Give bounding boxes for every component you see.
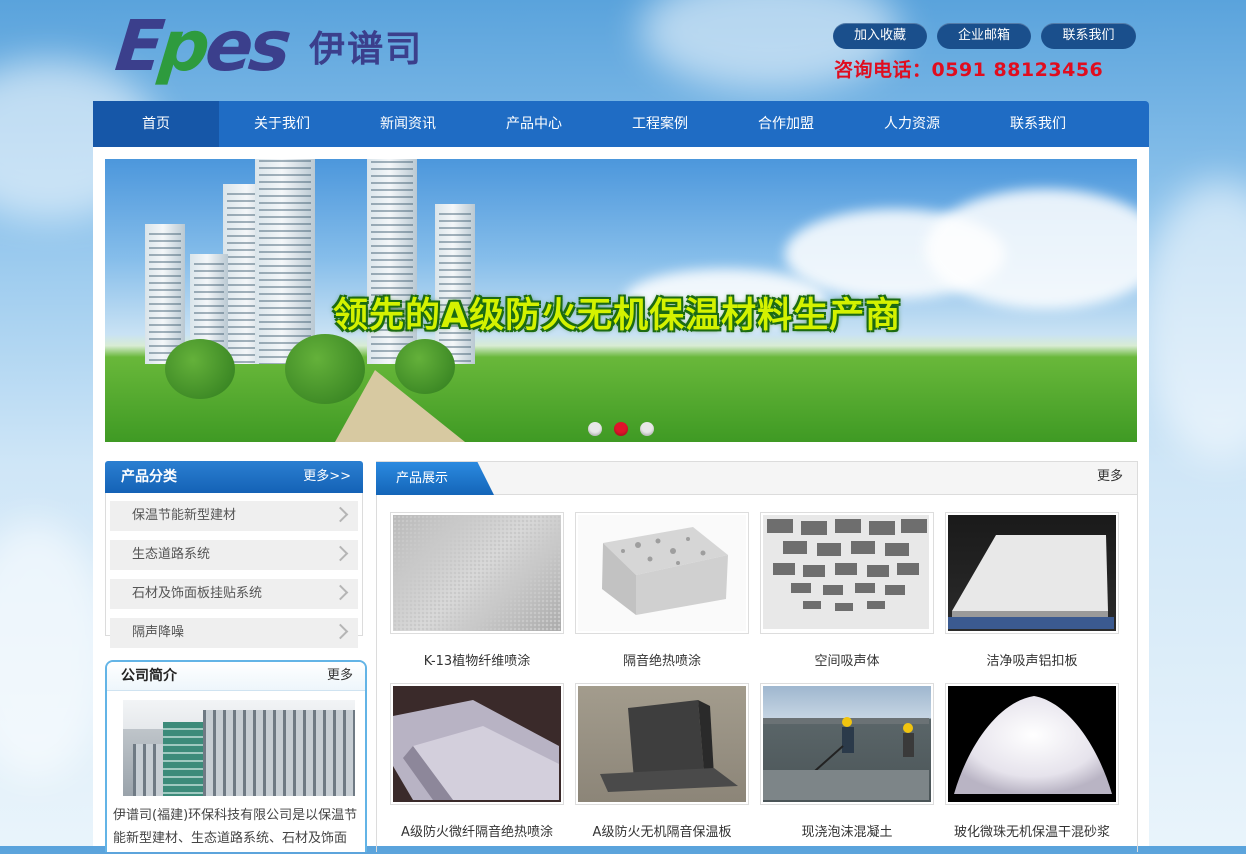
slide-dot-2[interactable] (614, 422, 628, 436)
hero-banner[interactable]: 领先的A级防火无机保温材料生产商 (105, 159, 1137, 442)
product-grid: K-13植物纤维喷涂 隔音绝热喷涂 空间吸声体 洁净吸声铝扣板 A级防火微纤隔音… (390, 512, 1119, 854)
top-buttons: 加入收藏 企业邮箱 联系我们 (833, 23, 1136, 49)
product-card[interactable]: A级防火无机隔音保温板 (575, 683, 749, 854)
company-intro-box: 公司简介 更多 伊谱司(福建)环保科技有限公司是以保温节能新型建材、生态道路系统… (105, 660, 367, 852)
nav-item-contact[interactable]: 联系我们 (975, 101, 1101, 147)
category-title: 产品分类 (121, 469, 177, 485)
slide-dot-1[interactable] (588, 422, 602, 436)
banner-path (335, 370, 465, 442)
logo-text-en: Epes (111, 5, 292, 87)
category-item-label: 石材及饰面板挂贴系统 (132, 586, 263, 601)
product-thumbnail (945, 683, 1119, 805)
category-item-label: 隔声降噪 (132, 625, 185, 640)
nav-item-news[interactable]: 新闻资讯 (345, 101, 471, 147)
intro-more-link[interactable]: 更多 (327, 662, 353, 690)
product-name: 空间吸声体 (814, 654, 880, 669)
product-name: 现浇泡沫混凝土 (801, 825, 893, 840)
category-item[interactable]: 保温节能新型建材 (110, 501, 358, 531)
nav-item-products[interactable]: 产品中心 (471, 101, 597, 147)
product-image (393, 515, 561, 631)
product-name: 隔音绝热喷涂 (622, 654, 701, 669)
product-thumbnail (575, 683, 749, 805)
product-image (578, 686, 746, 802)
product-card[interactable]: 现浇泡沫混凝土 (760, 683, 934, 854)
hotline-text: 咨询电话：0591 88123456 (834, 59, 1104, 81)
banner-building (435, 204, 475, 364)
content-panel: 领先的A级防火无机保温材料生产商 产品分类 更多>> 保温节能新型建材 生态道路… (93, 147, 1149, 852)
product-more-link[interactable]: 更多 (1097, 462, 1123, 492)
product-image (948, 515, 1116, 631)
product-card[interactable]: 隔音绝热喷涂 (575, 512, 749, 683)
banner-tree (165, 339, 235, 399)
contact-us-button[interactable]: 联系我们 (1041, 23, 1136, 49)
nav-item-cases[interactable]: 工程案例 (597, 101, 723, 147)
chevron-right-icon (332, 545, 349, 562)
nav-item-hr[interactable]: 人力资源 (849, 101, 975, 147)
product-thumbnail (760, 512, 934, 634)
building-glass (163, 722, 203, 796)
product-image (763, 515, 931, 631)
product-title: 产品展示 (396, 471, 449, 486)
category-item[interactable]: 隔声降噪 (110, 618, 358, 648)
category-item[interactable]: 石材及饰面板挂贴系统 (110, 579, 358, 609)
product-image (578, 515, 746, 631)
slide-dot-3[interactable] (640, 422, 654, 436)
product-category-box: 产品分类 更多>> 保温节能新型建材 生态道路系统 石材及饰面板挂贴系统 隔声降… (105, 461, 363, 648)
chevron-right-icon (332, 584, 349, 601)
nav-item-about[interactable]: 关于我们 (219, 101, 345, 147)
slide-dots (588, 422, 654, 436)
intro-header: 公司简介 更多 (107, 662, 365, 691)
product-thumbnail (390, 512, 564, 634)
product-card[interactable]: 洁净吸声铝扣板 (945, 512, 1119, 683)
building-wing (203, 710, 355, 796)
product-image (948, 686, 1116, 802)
chevron-right-icon (332, 623, 349, 640)
category-list: 保温节能新型建材 生态道路系统 石材及饰面板挂贴系统 隔声降噪 (105, 493, 363, 648)
product-name: A级防火无机隔音保温板 (592, 825, 732, 840)
banner-slogan: 领先的A级防火无机保温材料生产商 (333, 296, 902, 336)
category-item[interactable]: 生态道路系统 (110, 540, 358, 570)
product-thumbnail (760, 683, 934, 805)
product-name: K-13植物纤维喷涂 (423, 654, 531, 669)
product-image (763, 686, 931, 802)
product-showcase: 产品展示 更多 K-13植物纤维喷涂 隔音绝热喷涂 空间吸声体 洁净吸声铝扣板 … (376, 461, 1138, 852)
background-cloud (1140, 180, 1246, 460)
site-logo[interactable]: Epes 伊谱司 (112, 5, 424, 87)
product-thumbnail (575, 512, 749, 634)
banner-building (145, 224, 185, 364)
category-more-link[interactable]: 更多>> (303, 461, 351, 493)
product-thumbnail (390, 683, 564, 805)
product-card[interactable]: 空间吸声体 (760, 512, 934, 683)
banner-building (255, 159, 315, 364)
product-card[interactable]: A级防火微纤隔音绝热喷涂 (390, 683, 564, 854)
company-building-image (123, 700, 355, 796)
logo-text-cn: 伊谱司 (309, 29, 424, 70)
nav-item-franchise[interactable]: 合作加盟 (723, 101, 849, 147)
category-item-label: 保温节能新型建材 (132, 508, 237, 523)
nav-item-home[interactable]: 首页 (93, 101, 219, 147)
product-card[interactable]: K-13植物纤维喷涂 (390, 512, 564, 683)
add-favorite-button[interactable]: 加入收藏 (833, 23, 927, 49)
product-header: 产品展示 更多 (376, 462, 1137, 495)
main-nav: 首页 关于我们 新闻资讯 产品中心 工程案例 合作加盟 人力资源 联系我们 (93, 101, 1149, 147)
category-item-label: 生态道路系统 (132, 547, 211, 562)
product-thumbnail (945, 512, 1119, 634)
product-name: 玻化微珠无机保温干混砂浆 (953, 825, 1110, 840)
product-card[interactable]: 玻化微珠无机保温干混砂浆 (945, 683, 1119, 854)
product-tab: 产品展示 (376, 462, 494, 495)
product-name: A级防火微纤隔音绝热喷涂 (401, 825, 553, 840)
category-header: 产品分类 更多>> (105, 461, 363, 493)
product-name: 洁净吸声铝扣板 (986, 654, 1078, 669)
product-image (393, 686, 561, 802)
company-email-button[interactable]: 企业邮箱 (937, 23, 1031, 49)
chevron-right-icon (332, 506, 349, 523)
intro-title: 公司简介 (121, 668, 177, 684)
intro-text: 伊谱司(福建)环保科技有限公司是以保温节能新型建材、生态道路系统、石材及饰面板 (113, 808, 358, 846)
